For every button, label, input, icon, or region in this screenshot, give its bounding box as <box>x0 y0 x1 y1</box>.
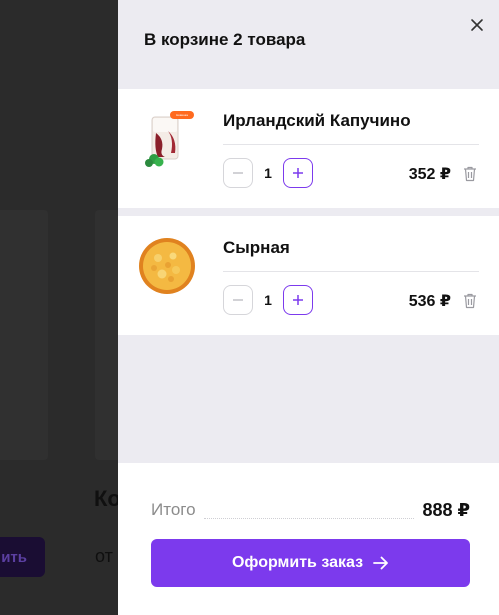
divider <box>223 271 479 272</box>
trash-icon <box>464 293 476 309</box>
divider <box>223 144 479 145</box>
pizza-image <box>138 236 196 296</box>
total-value: 888 ₽ <box>422 499 470 520</box>
decrease-button[interactable] <box>223 285 253 315</box>
item-price: 536 ₽ <box>408 293 451 310</box>
item-name: Сырная <box>223 238 290 257</box>
total-leader <box>203 501 415 519</box>
background-button: ить <box>0 537 45 577</box>
cart-item: Новинка Ирландский Капучино 1 352 ₽ <box>118 89 499 208</box>
quantity-stepper: 1 <box>223 285 313 315</box>
background-heading: Ко <box>94 486 118 511</box>
cart-item: Сырная 1 536 ₽ <box>118 216 499 335</box>
minus-icon <box>233 172 243 174</box>
plus-icon <box>293 295 303 305</box>
increase-button[interactable] <box>283 158 313 188</box>
cart-title: В корзине 2 товара <box>144 30 306 49</box>
delete-button[interactable] <box>462 165 478 182</box>
checkout-button[interactable]: Оформить заказ <box>151 539 470 587</box>
close-button[interactable] <box>468 16 486 34</box>
decrease-button[interactable] <box>223 158 253 188</box>
cart-footer: Итого 888 ₽ Оформить заказ <box>118 463 499 615</box>
cart-header: В корзине 2 товара <box>118 0 499 88</box>
new-badge: Новинка <box>176 113 188 117</box>
quantity-value: 1 <box>264 292 272 308</box>
coffee-drink-image: Новинка <box>138 109 196 169</box>
delete-button[interactable] <box>462 292 478 309</box>
total-label: Итого <box>151 500 196 519</box>
item-price: 352 ₽ <box>408 166 451 183</box>
quantity-value: 1 <box>264 165 272 181</box>
close-icon <box>471 19 483 31</box>
checkout-label: Оформить заказ <box>231 554 364 571</box>
background-card <box>0 210 48 460</box>
quantity-stepper: 1 <box>223 158 313 188</box>
trash-icon <box>464 166 476 182</box>
background-text: от <box>95 546 113 566</box>
total-row: Итого 888 ₽ <box>151 498 470 522</box>
increase-button[interactable] <box>283 285 313 315</box>
arrow-right-icon <box>373 556 388 570</box>
background-card <box>95 210 118 460</box>
item-name: Ирландский Капучино <box>223 111 411 130</box>
page-backdrop[interactable]: Ко ить от <box>0 0 118 615</box>
plus-icon <box>293 168 303 178</box>
cart-panel: В корзине 2 товара Новинка Ирландский Ка… <box>118 0 499 615</box>
minus-icon <box>233 299 243 301</box>
